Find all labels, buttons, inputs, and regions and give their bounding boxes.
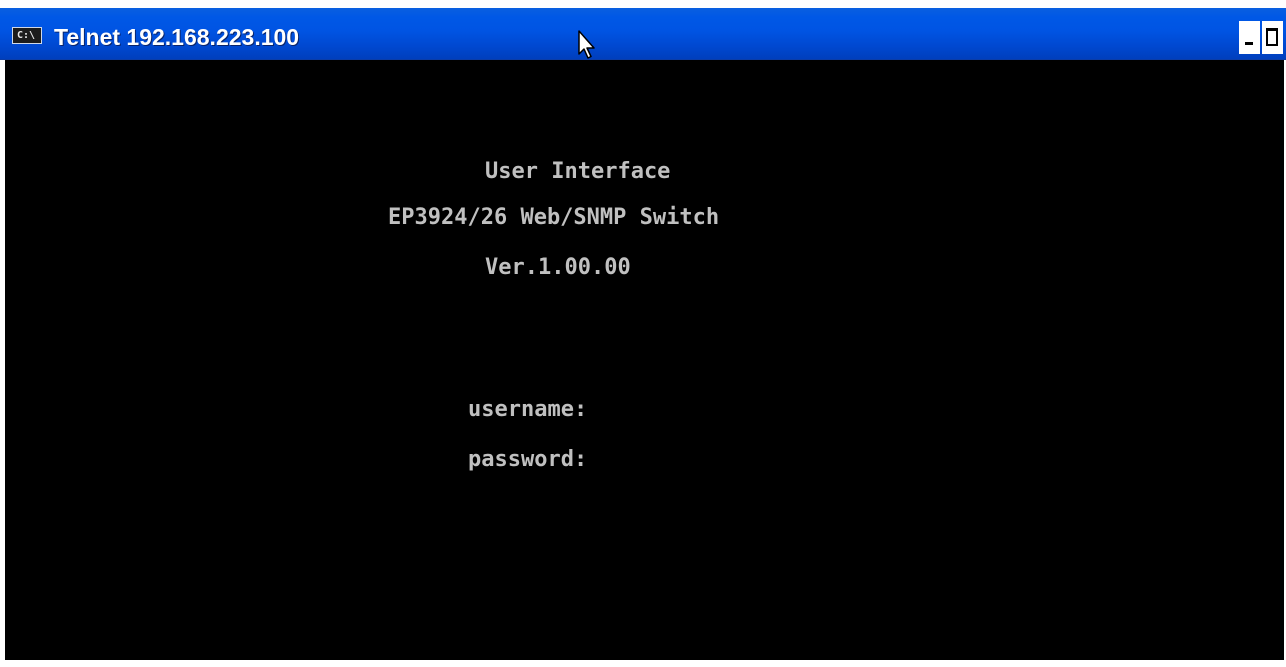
mouse-cursor-icon [578, 30, 595, 59]
maximize-icon [1266, 28, 1278, 46]
minimize-button[interactable] [1239, 21, 1260, 54]
username-prompt[interactable]: username: [468, 398, 587, 422]
banner-model: EP3924/26 Web/SNMP Switch [388, 205, 720, 230]
maximize-button[interactable] [1262, 21, 1283, 54]
banner-version: Ver.1.00.00 [485, 255, 631, 280]
window-title: Telnet 192.168.223.100 [54, 24, 300, 50]
terminal-console[interactable]: User Interface EP3924/26 Web/SNMP Switch… [5, 60, 1284, 660]
cmd-console-icon[interactable]: C:\ [12, 27, 42, 44]
banner-title: User Interface [485, 159, 671, 184]
cmd-icon-label: C:\ [17, 30, 36, 41]
telnet-window: C:\ Telnet 192.168.223.100 User Interfac… [0, 0, 1286, 667]
password-prompt[interactable]: password: [468, 448, 587, 472]
minimize-icon [1245, 42, 1253, 45]
title-bar[interactable]: C:\ Telnet 192.168.223.100 [0, 8, 1286, 60]
